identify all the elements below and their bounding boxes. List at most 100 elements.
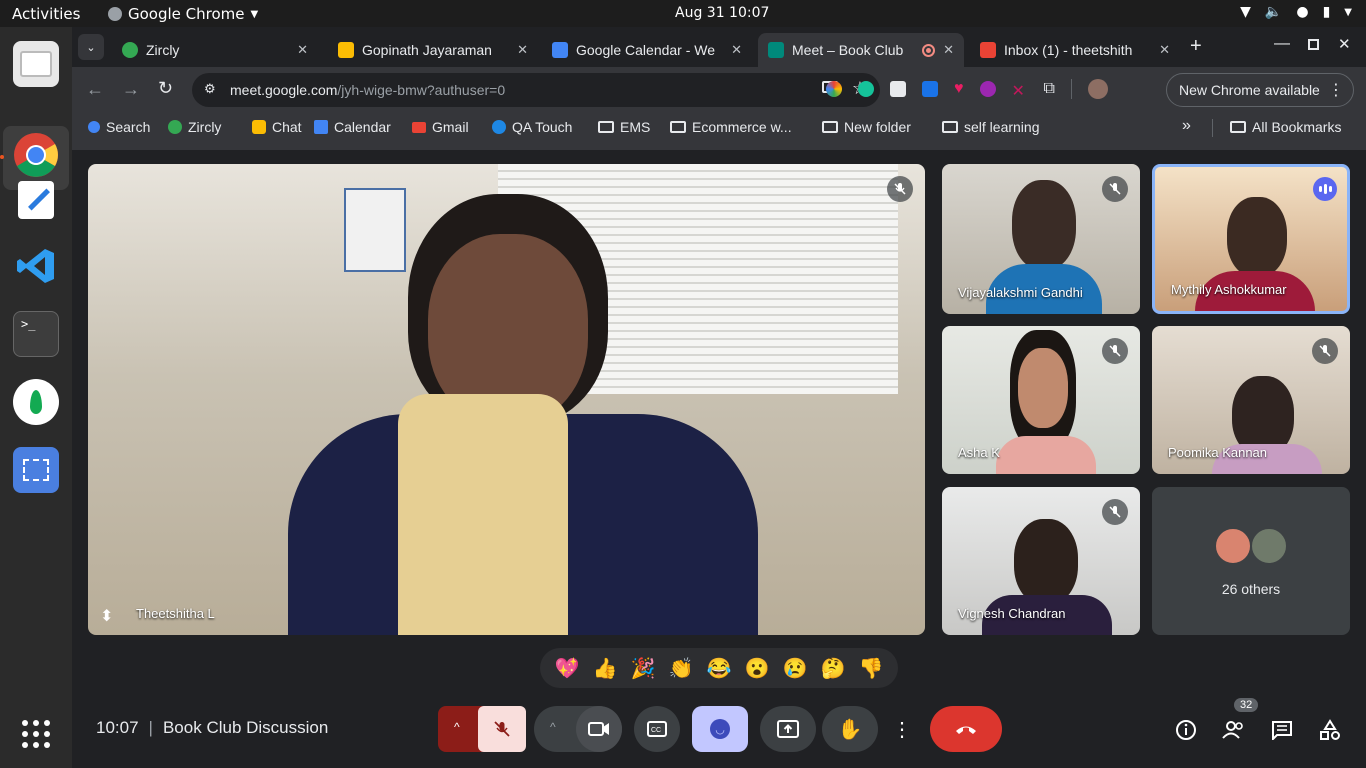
more-bookmarks-icon[interactable]: » [1182,117,1191,135]
pin-icon[interactable]: ⬍ [100,606,113,626]
folder-icon [1230,121,1246,133]
participant-tile[interactable]: Vignesh Chandran [942,487,1140,635]
extension-icon-fi[interactable] [922,81,938,97]
close-icon[interactable]: ✕ [1159,42,1170,58]
system-clock[interactable]: Aug 31 10:07 [675,5,769,21]
activities-button[interactable] [1316,716,1344,744]
more-options-button[interactable]: ⋮ [884,706,920,752]
reaction-surprised-button[interactable]: 😮 [745,656,770,681]
minimize-icon[interactable]: — [1274,35,1290,53]
tab-title: Zircly [146,42,180,58]
app-menu[interactable]: Google Chrome ▼ [108,5,258,23]
chevron-down-icon: ▼ [1344,7,1352,18]
chrome-icon[interactable] [13,132,59,178]
browser-toolbar: ← → ↻ ⚙ meet.google.com/jyh-wige-bmw?aut… [72,67,1366,111]
reaction-clap-button[interactable]: 👏 [669,656,694,681]
reactions-button[interactable]: ◡ [692,706,748,752]
address-bar[interactable]: ⚙ meet.google.com/jyh-wige-bmw?authuser=… [192,73,880,107]
gmail-icon [412,121,426,133]
files-icon[interactable] [13,41,59,87]
update-chrome-button[interactable]: New Chrome available ⋮ [1166,73,1354,107]
reaction-sad-button[interactable]: 😢 [783,656,808,681]
calendar-favicon-icon [552,42,568,58]
muted-mic-icon [887,176,913,202]
bookmark-folder-new[interactable]: New folder [822,119,911,135]
vscode-icon[interactable] [13,243,59,289]
bookmark-chat[interactable]: Chat [252,119,302,135]
main-video-tile[interactable]: ⬍ Theetshitha L [88,164,925,635]
color-extension-icon[interactable] [826,81,842,97]
participant-tile-speaking[interactable]: Mythily Ashokkumar [1152,164,1350,314]
reaction-heart-button[interactable]: 💖 [555,656,580,681]
bookmark-folder-ems[interactable]: EMS [598,119,650,135]
mongodb-icon[interactable] [13,379,59,425]
audio-options-button[interactable]: ^ [438,706,526,752]
present-screen-button[interactable] [760,706,816,752]
main-participant-name: Theetshitha L [136,606,215,621]
participant-tile[interactable]: Poomika Kannan [1152,326,1350,474]
tab-gmail[interactable]: Inbox (1) - theetshith ✕ [970,33,1180,67]
reaction-thumbs-down-button[interactable]: 👎 [859,656,884,681]
maximize-icon[interactable] [1308,39,1319,50]
forward-icon[interactable]: → [122,79,140,100]
update-chrome-label: New Chrome available [1179,82,1320,98]
tab-meet[interactable]: Meet – Book Club ✕ [758,33,964,67]
bookmark-folder-ecommerce[interactable]: Ecommerce w... [670,119,792,135]
terminal-icon[interactable]: >_ [13,311,59,357]
chevron-down-icon: ▼ [250,8,259,20]
captions-button[interactable]: CC [634,706,680,752]
camera-button[interactable] [576,706,622,752]
bookmark-calendar[interactable]: Calendar [314,119,391,135]
puzzle-icon[interactable]: ⧉ [1044,80,1055,98]
video-options-button[interactable]: ^ [534,706,622,752]
tab-search-button[interactable]: ⌄ [78,34,104,60]
bookmark-gmail[interactable]: Gmail [412,119,469,135]
close-icon[interactable]: ✕ [943,42,954,58]
tab-chat[interactable]: Gopinath Jayaraman ✕ [328,33,538,67]
avatar[interactable] [1087,79,1108,99]
calendar-icon [314,120,328,134]
chrome-small-icon [108,7,122,21]
meeting-details-button[interactable] [1172,716,1200,744]
reaction-thumbs-up-button[interactable]: 👍 [593,656,618,681]
text-editor-icon[interactable] [13,177,59,223]
chat-button[interactable] [1268,716,1296,744]
bookmark-qa-touch[interactable]: QA Touch [492,119,572,135]
others-count-label: 26 others [1221,581,1281,597]
participant-tile[interactable]: Vijayalakshmi Gandhi [942,164,1140,314]
reaction-party-button[interactable]: 🎉 [631,656,656,681]
extension-icon-t[interactable] [890,81,906,97]
purple-extension-icon[interactable] [979,81,996,97]
close-icon[interactable]: ✕ [731,42,742,58]
dock: >_ [0,27,72,768]
new-tab-button[interactable]: + [1190,35,1202,58]
people-button[interactable]: 32 [1220,698,1259,744]
close-icon[interactable]: ✕ [517,42,528,58]
leave-call-button[interactable] [930,706,1002,752]
raise-hand-button[interactable]: ✋ [822,706,878,752]
bookmark-zircly[interactable]: Zircly [168,119,221,135]
all-bookmarks[interactable]: All Bookmarks [1230,119,1341,135]
reload-icon[interactable]: ↻ [158,78,173,99]
site-info-icon[interactable]: ⚙ [204,81,216,97]
reaction-laugh-button[interactable]: 😂 [707,656,732,681]
tab-title: Gopinath Jayaraman [362,42,492,58]
system-tray[interactable]: ▼ 🔈 ● ▮ ▼ [1240,4,1352,20]
back-icon[interactable]: ← [86,79,104,100]
screenshot-icon[interactable] [13,447,59,493]
bookmark-folder-self-learning[interactable]: self learning [942,119,1040,135]
participant-tile[interactable]: Asha K [942,326,1140,474]
close-icon[interactable]: ✕ [297,42,308,58]
tab-zircly[interactable]: Zircly ✕ [112,33,318,67]
close-window-icon[interactable]: ✕ [1338,35,1351,53]
activities-button[interactable]: Activities [12,5,80,23]
bookmark-search[interactable]: Search [88,119,150,135]
apps-grid-icon[interactable] [13,711,59,757]
red-extension-icon[interactable]: ✕ [1012,81,1028,100]
mic-off-button[interactable] [478,706,526,752]
heart-extension-icon[interactable]: ♥ [954,80,964,98]
others-tile[interactable]: 26 others [1152,487,1350,635]
reaction-thinking-button[interactable]: 🤔 [821,656,846,681]
tab-calendar[interactable]: Google Calendar - We ✕ [542,33,752,67]
grammarly-icon[interactable] [858,81,874,97]
